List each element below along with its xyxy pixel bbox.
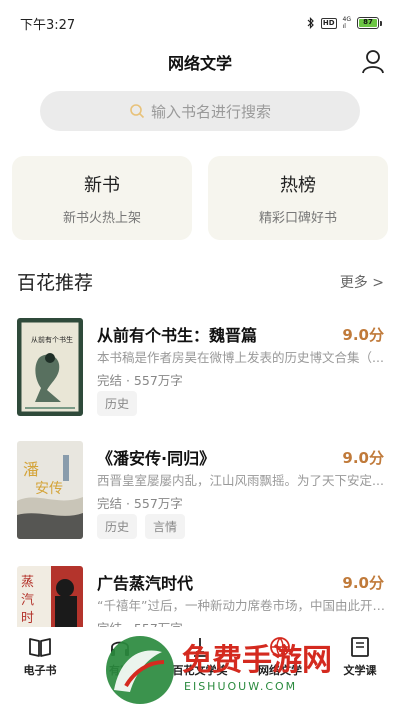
nav-label: 百花文学奖 xyxy=(172,664,228,677)
svg-text:时: 时 xyxy=(21,611,34,626)
book-tags: 历史 xyxy=(97,391,138,416)
card-subtitle: 精彩口碑好书 xyxy=(258,211,337,226)
book-score: 9.0分 xyxy=(342,326,384,344)
book-tag[interactable]: 历史 xyxy=(97,514,138,539)
signal-icon: 4G ıl xyxy=(342,16,351,30)
book-meta: 完结 · 557万字 xyxy=(97,373,183,388)
status-time: 下午3:27 xyxy=(20,17,76,33)
nav-item-web-literature[interactable]: 网络文学 xyxy=(240,627,320,711)
svg-text:汽: 汽 xyxy=(21,593,34,608)
book-title: 广告蒸汽时代 xyxy=(97,574,194,593)
search-placeholder: 输入书名进行搜索 xyxy=(150,102,271,121)
globe-icon xyxy=(270,637,290,658)
card-title: 新书 xyxy=(84,175,120,196)
book-score: 9.0分 xyxy=(342,574,384,592)
hd-badge: HD xyxy=(320,17,337,29)
more-link[interactable]: 更多 > xyxy=(340,272,384,292)
book-description: 西晋皇室屡屡内乱，江山风雨飘摇。为了天下安定... xyxy=(97,473,384,488)
nav-item-literature-class[interactable]: 文学课 xyxy=(320,627,400,711)
nav-label: 有声 xyxy=(109,664,131,677)
bluetooth-icon xyxy=(307,17,314,29)
nav-label: 电子书 xyxy=(23,664,57,677)
award-icon xyxy=(194,638,206,657)
network-label: 4G xyxy=(342,16,351,23)
nav-item-ebook[interactable]: 电子书 xyxy=(0,627,80,711)
book-cover: 从前有个书生 xyxy=(17,318,83,416)
user-profile-button[interactable] xyxy=(360,48,386,74)
nav-item-award[interactable]: 百花文学奖 xyxy=(160,627,240,711)
battery-level: 87 xyxy=(359,19,377,27)
page-title: 网络文学 xyxy=(167,54,232,73)
book-tag[interactable]: 言情 xyxy=(145,514,186,539)
book-cover: 潘 安传 xyxy=(17,441,83,539)
app-header: 网络文学 xyxy=(0,46,400,80)
nav-label: 网络文学 xyxy=(258,664,302,677)
book-item[interactable]: 潘 安传 《潘安传·同归》 9.0分 西晋皇室屡屡内乱，江山风雨飘摇。为了天下安… xyxy=(0,441,400,551)
section-header: 百花推荐 更多 > xyxy=(0,266,400,296)
battery-icon: 87 xyxy=(357,17,382,29)
book-tag[interactable]: 历史 xyxy=(97,391,138,416)
book-title: 《潘安传·同归》 xyxy=(97,449,216,468)
bottom-nav: 电子书 有声 百花文学奖 网络文学 文学课 xyxy=(0,627,400,711)
search-input[interactable]: 输入书名进行搜索 xyxy=(40,91,360,131)
nav-label: 文学课 xyxy=(343,664,377,677)
card-title: 热榜 xyxy=(280,175,316,196)
section-title: 百花推荐 xyxy=(17,272,94,294)
book-description: 本书稿是作者房昊在微博上发表的历史博文合集（... xyxy=(97,350,384,365)
svg-text:蒸: 蒸 xyxy=(21,575,34,590)
book-item[interactable]: 从前有个书生 从前有个书生：魏晋篇 9.0分 本书稿是作者房昊在微博上发表的历史… xyxy=(0,318,400,428)
card-subtitle: 新书火热上架 xyxy=(62,211,141,226)
status-icons: HD 4G ıl 87 xyxy=(307,16,382,30)
nav-item-audio[interactable]: 有声 xyxy=(80,627,160,711)
book-title: 从前有个书生：魏晋篇 xyxy=(97,326,258,345)
svg-text:安传: 安传 xyxy=(35,481,63,497)
headphone-icon xyxy=(111,641,129,656)
class-icon xyxy=(351,637,369,657)
book-meta: 完结 · 557万字 xyxy=(97,496,183,511)
book-description: “千禧年”过后，一种新动力席卷市场，中国由此开启... xyxy=(97,598,385,613)
book-open-icon xyxy=(29,638,51,657)
book-score: 9.0分 xyxy=(342,449,384,467)
svg-text:从前有个书生: 从前有个书生 xyxy=(31,335,73,344)
search-icon xyxy=(130,104,145,119)
book-tags: 历史 言情 xyxy=(97,514,186,539)
hot-list-card[interactable]: 热榜 精彩口碑好书 xyxy=(208,156,388,240)
svg-text:潘: 潘 xyxy=(23,460,39,479)
user-icon xyxy=(362,50,384,74)
status-bar: 下午3:27 HD 4G ıl 87 xyxy=(0,0,400,46)
new-books-card[interactable]: 新书 新书火热上架 xyxy=(12,156,192,240)
